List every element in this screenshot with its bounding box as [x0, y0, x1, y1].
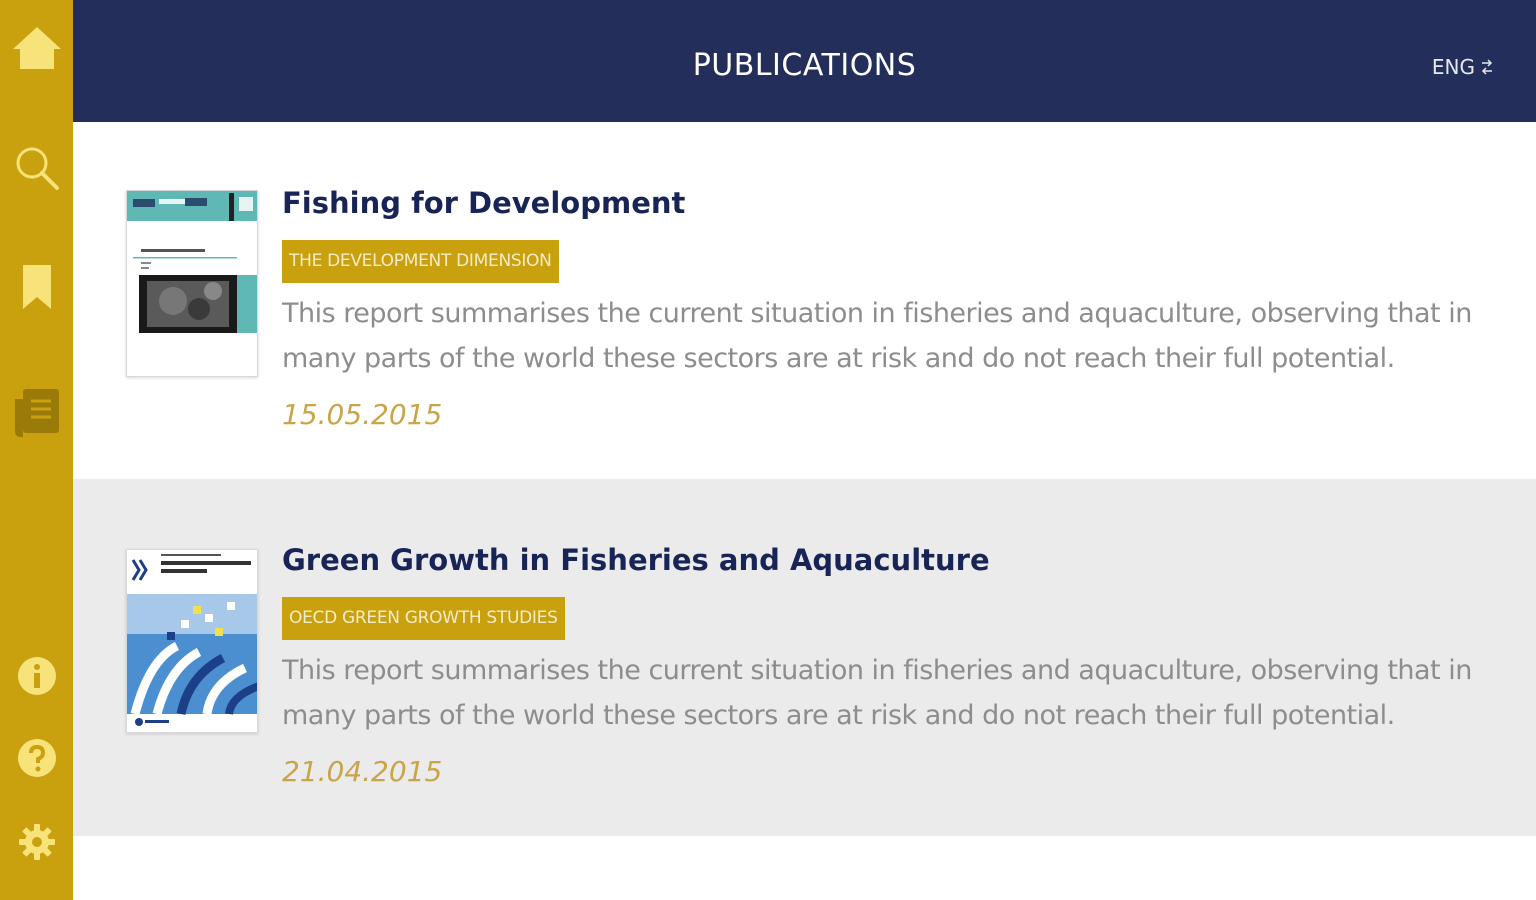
publication-description: This report summarises the current situa… [282, 655, 1472, 731]
sidebar-item-home[interactable] [0, 8, 73, 88]
publication-date: 21.04.2015 [282, 755, 443, 788]
newspaper-icon [14, 389, 59, 437]
gear-icon [18, 824, 55, 860]
sidebar [0, 0, 73, 900]
publications-list: Fishing for Development THE DEVELOPMENT … [73, 122, 1536, 900]
publication-item[interactable]: Fishing for Development THE DEVELOPMENT … [73, 122, 1536, 479]
bookmark-icon [22, 265, 51, 309]
publication-title[interactable]: Fishing for Development [282, 186, 685, 220]
series-badge[interactable]: OECD GREEN GROWTH STUDIES [282, 597, 565, 640]
swap-arrows-icon [1481, 59, 1493, 75]
sidebar-item-search[interactable] [0, 128, 73, 208]
publication-description: This report summarises the current situa… [282, 298, 1472, 374]
sidebar-item-help[interactable] [0, 718, 73, 798]
language-label: ENG [1431, 55, 1475, 79]
publication-cover-image[interactable] [126, 549, 258, 733]
top-bar: PUBLICATIONS ENG [73, 0, 1536, 122]
sidebar-item-info[interactable] [0, 636, 73, 716]
search-icon [16, 147, 59, 190]
sidebar-item-publications[interactable] [0, 373, 73, 453]
publication-cover-image[interactable] [126, 190, 258, 377]
sidebar-item-settings[interactable] [0, 802, 73, 882]
publication-item[interactable]: Green Growth in Fisheries and Aquacultur… [73, 479, 1536, 836]
language-toggle[interactable]: ENG [1432, 55, 1494, 79]
home-icon [12, 27, 61, 69]
info-icon [17, 657, 56, 695]
series-badge[interactable]: THE DEVELOPMENT DIMENSION [282, 240, 559, 283]
page-title: PUBLICATIONS [692, 48, 917, 83]
publication-title[interactable]: Green Growth in Fisheries and Aquacultur… [282, 543, 990, 577]
publication-date: 15.05.2015 [282, 398, 443, 431]
sidebar-item-bookmarks[interactable] [0, 247, 73, 327]
help-icon [17, 739, 56, 777]
